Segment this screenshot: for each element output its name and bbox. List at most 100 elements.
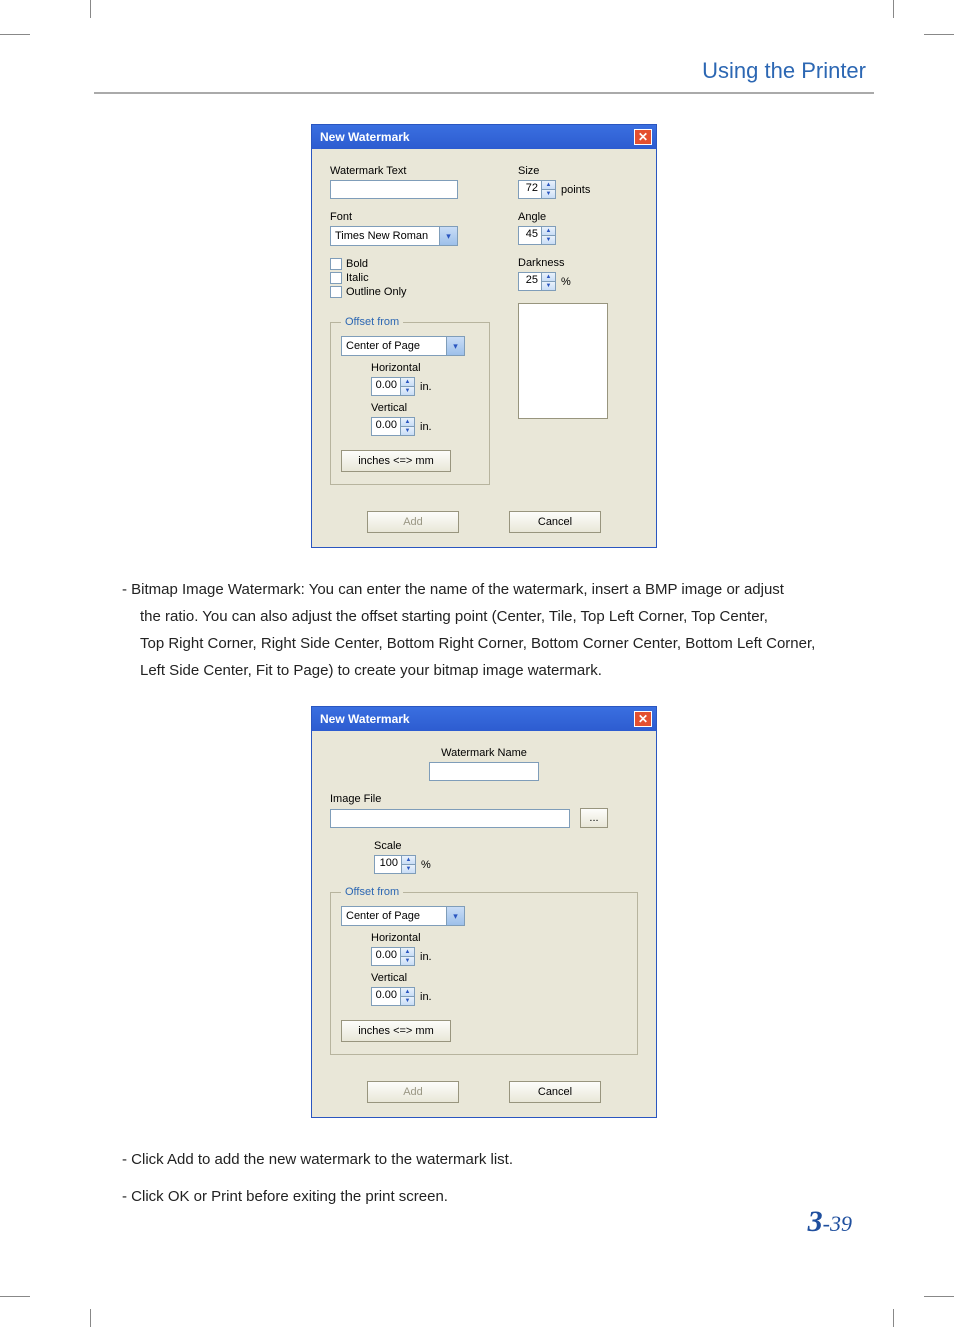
vertical-spinner[interactable]: 0.00 ▲▼: [371, 417, 415, 436]
spinner-down-icon[interactable]: ▼: [401, 426, 414, 435]
body-paragraph: - Bitmap Image Watermark: You can enter …: [122, 576, 874, 684]
watermark-name-input[interactable]: [429, 762, 539, 781]
size-unit: points: [561, 184, 590, 196]
outline-checkbox[interactable]: [330, 286, 342, 298]
dialog-title: New Watermark: [320, 712, 410, 726]
chevron-down-icon: ▾: [446, 337, 464, 355]
page-header-title: Using the Printer: [94, 40, 874, 92]
page-num: 39: [830, 1211, 852, 1236]
italic-checkbox[interactable]: [330, 272, 342, 284]
crop-mark: [90, 1309, 91, 1327]
horizontal-spinner[interactable]: 0.00 ▲▼: [371, 377, 415, 396]
unit-label: in.: [420, 951, 432, 963]
vertical-value: 0.00: [371, 417, 401, 436]
spinner-down-icon[interactable]: ▼: [402, 864, 415, 873]
crop-mark: [0, 1296, 30, 1297]
close-icon[interactable]: ✕: [634, 129, 652, 145]
spinner-up-icon[interactable]: ▲: [542, 227, 555, 235]
size-spinner[interactable]: 72 ▲▼: [518, 180, 556, 199]
bold-checkbox[interactable]: [330, 258, 342, 270]
unit-label: in.: [420, 991, 432, 1003]
image-file-input[interactable]: [330, 809, 570, 828]
horizontal-label: Horizontal: [371, 362, 479, 374]
new-watermark-dialog-text: New Watermark ✕ Watermark Text Font Time…: [311, 124, 657, 548]
watermark-text-label: Watermark Text: [330, 165, 490, 177]
vertical-label: Vertical: [371, 402, 479, 414]
toggle-units-button[interactable]: inches <=> mm: [341, 450, 451, 472]
spinner-down-icon[interactable]: ▼: [542, 189, 555, 198]
angle-value: 45: [518, 226, 542, 245]
text-line: Top Right Corner, Right Side Center, Bot…: [122, 630, 874, 657]
body-paragraph: - Click Add to add the new watermark to …: [122, 1146, 874, 1173]
spinner-up-icon[interactable]: ▲: [401, 378, 414, 386]
toggle-units-button[interactable]: inches <=> mm: [341, 1020, 451, 1042]
text-line: - Bitmap Image Watermark: You can enter …: [122, 576, 874, 603]
offset-legend: Offset from: [341, 886, 403, 898]
page-number: 3-39: [808, 1205, 852, 1239]
chevron-down-icon: ▾: [446, 907, 464, 925]
cancel-button[interactable]: Cancel: [509, 1081, 601, 1103]
close-icon[interactable]: ✕: [634, 711, 652, 727]
angle-spinner[interactable]: 45 ▲▼: [518, 226, 556, 245]
scale-label: Scale: [374, 840, 638, 852]
spinner-up-icon[interactable]: ▲: [542, 273, 555, 281]
text-line: the ratio. You can also adjust the offse…: [122, 603, 874, 630]
spinner-down-icon[interactable]: ▼: [401, 386, 414, 395]
watermark-preview: [518, 303, 608, 419]
offset-select-value: Center of Page: [346, 340, 420, 352]
horizontal-label: Horizontal: [371, 932, 627, 944]
watermark-text-input[interactable]: [330, 180, 458, 199]
horizontal-value: 0.00: [371, 377, 401, 396]
scale-value: 100: [374, 855, 402, 874]
spinner-down-icon[interactable]: ▼: [401, 956, 414, 965]
spinner-up-icon[interactable]: ▲: [401, 418, 414, 426]
size-label: Size: [518, 165, 638, 177]
offset-fieldset: Offset from Center of Page ▾ Horizontal …: [330, 316, 490, 485]
crop-mark: [893, 0, 894, 18]
font-select-value: Times New Roman: [335, 230, 428, 242]
browse-button[interactable]: ...: [580, 808, 608, 828]
vertical-label: Vertical: [371, 972, 627, 984]
chevron-down-icon: ▾: [439, 227, 457, 245]
unit-label: in.: [420, 421, 432, 433]
cancel-button[interactable]: Cancel: [509, 511, 601, 533]
crop-mark: [924, 34, 954, 35]
scale-spinner[interactable]: 100 ▲▼: [374, 855, 416, 874]
font-label: Font: [330, 211, 490, 223]
page-sep: -: [823, 1211, 830, 1236]
outline-label: Outline Only: [346, 286, 407, 298]
add-button[interactable]: Add: [367, 1081, 459, 1103]
darkness-value: 25: [518, 272, 542, 291]
unit-label: in.: [420, 381, 432, 393]
spinner-up-icon[interactable]: ▲: [542, 181, 555, 189]
spinner-down-icon[interactable]: ▼: [542, 235, 555, 244]
angle-label: Angle: [518, 211, 638, 223]
crop-mark: [90, 0, 91, 18]
scale-unit: %: [421, 859, 431, 871]
spinner-up-icon[interactable]: ▲: [402, 856, 415, 864]
horizontal-value: 0.00: [371, 947, 401, 966]
spinner-down-icon[interactable]: ▼: [542, 281, 555, 290]
horizontal-spinner[interactable]: 0.00 ▲▼: [371, 947, 415, 966]
crop-mark: [893, 1309, 894, 1327]
titlebar: New Watermark ✕: [312, 125, 656, 149]
titlebar: New Watermark ✕: [312, 707, 656, 731]
vertical-value: 0.00: [371, 987, 401, 1006]
spinner-down-icon[interactable]: ▼: [401, 996, 414, 1005]
dialog-title: New Watermark: [320, 130, 410, 144]
body-paragraph: - Click OK or Print before exiting the p…: [122, 1183, 874, 1210]
text-line: Left Side Center, Fit to Page) to create…: [122, 657, 874, 684]
vertical-spinner[interactable]: 0.00 ▲▼: [371, 987, 415, 1006]
bold-label: Bold: [346, 258, 368, 270]
size-value: 72: [518, 180, 542, 199]
crop-mark: [924, 1296, 954, 1297]
spinner-up-icon[interactable]: ▲: [401, 948, 414, 956]
spinner-up-icon[interactable]: ▲: [401, 988, 414, 996]
offset-select[interactable]: Center of Page ▾: [341, 336, 465, 356]
darkness-spinner[interactable]: 25 ▲▼: [518, 272, 556, 291]
offset-select[interactable]: Center of Page ▾: [341, 906, 465, 926]
offset-legend: Offset from: [341, 316, 403, 328]
font-select[interactable]: Times New Roman ▾: [330, 226, 458, 246]
add-button[interactable]: Add: [367, 511, 459, 533]
offset-select-value: Center of Page: [346, 910, 420, 922]
